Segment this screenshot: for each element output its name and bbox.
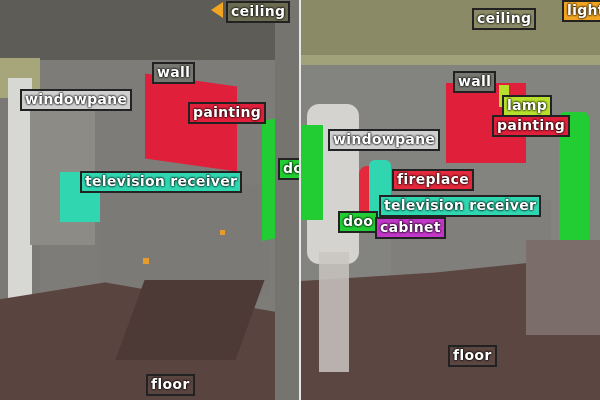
outlet-marker — [220, 230, 225, 235]
label-floor: floor — [448, 345, 497, 367]
label-windowpane: windowpane — [328, 129, 441, 151]
partition-region — [100, 185, 270, 295]
door-region — [301, 125, 323, 220]
left-segmentation-view: ceiling wall windowpane painting televis… — [0, 0, 300, 400]
label-wall: wall — [453, 71, 497, 93]
light-marker — [211, 2, 223, 18]
label-television-receiver: television receiver — [379, 195, 542, 217]
label-cabinet: cabinet — [375, 217, 446, 239]
segmentation-comparison-view: ceiling wall windowpane painting televis… — [0, 0, 600, 400]
label-ceiling: ceiling — [226, 1, 291, 23]
label-door: doo — [338, 211, 379, 233]
label-lamp: lamp — [502, 95, 553, 117]
label-ceiling: ceiling — [472, 8, 537, 30]
label-painting: painting — [492, 115, 571, 137]
label-painting: painting — [188, 102, 267, 124]
outlet-marker — [143, 258, 149, 264]
label-door: do — [278, 158, 300, 180]
wall-column — [275, 0, 300, 400]
ceiling-region — [301, 0, 600, 62]
window-opening — [30, 95, 95, 245]
label-fireplace: fireplace — [392, 169, 475, 191]
right-segmentation-view: ceiling light wall lamp painting windowp… — [301, 0, 600, 400]
label-light: light — [562, 0, 600, 22]
floor-light-patch — [526, 240, 600, 335]
label-windowpane: windowpane — [20, 89, 133, 111]
label-television-receiver: television receiver — [80, 171, 243, 193]
label-wall: wall — [152, 62, 196, 84]
floor-reflection — [319, 252, 349, 372]
label-floor: floor — [146, 374, 195, 396]
